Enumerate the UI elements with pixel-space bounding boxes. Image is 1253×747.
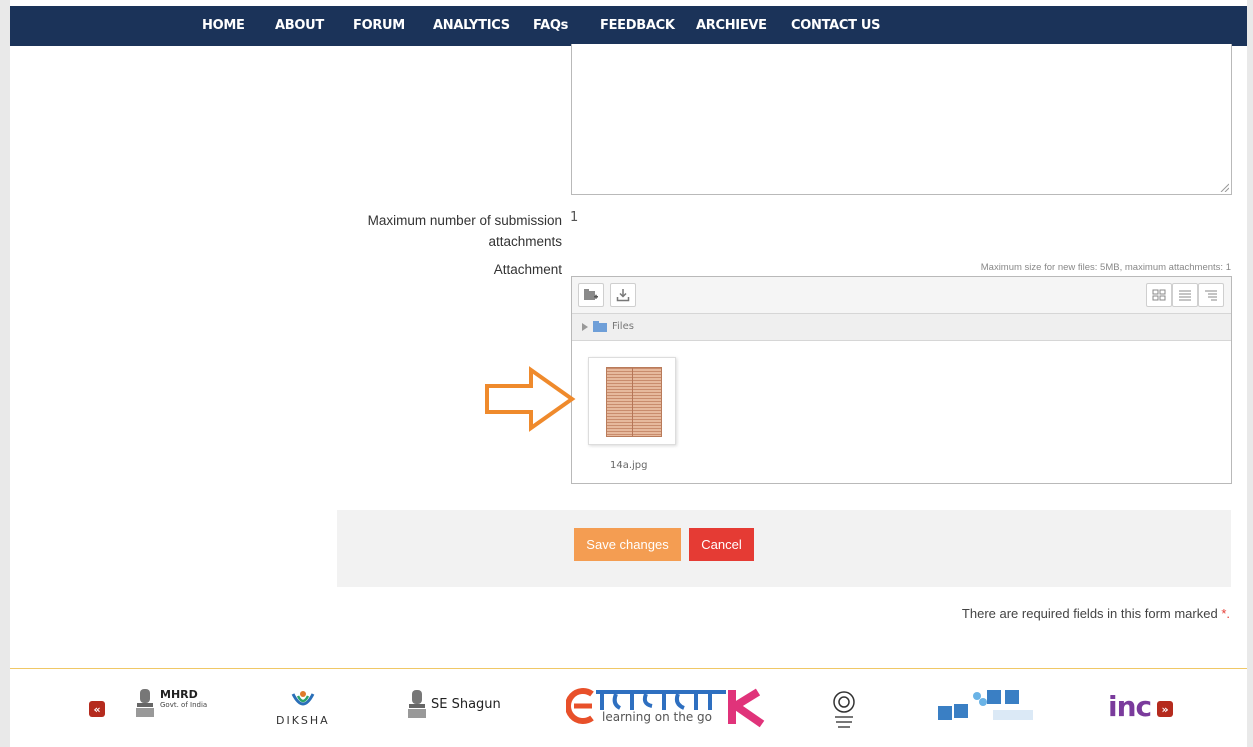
window-frame-right (1247, 0, 1253, 747)
epathshala-logo[interactable]: learning on the go (566, 684, 766, 728)
nav-analytics[interactable]: ANALYTICS (433, 18, 510, 33)
mhrd-logo[interactable]: MHRD Govt. of India (134, 687, 207, 719)
nav-forum[interactable]: FORUM (353, 18, 405, 33)
top-navbar: HOME ABOUT FORUM ANALYTICS FAQs FEEDBACK… (10, 6, 1247, 46)
expand-triangle-icon[interactable] (582, 323, 588, 331)
footer-prev-arrow-icon[interactable]: « (89, 701, 105, 717)
inc-text: inc (1108, 690, 1152, 723)
download-icon (616, 289, 630, 302)
ncert-logo[interactable] (831, 688, 857, 732)
file-manager-toolbar (572, 277, 1231, 314)
emblem-icon (408, 690, 426, 718)
inc-logo[interactable]: inc (1108, 690, 1152, 723)
nroer-icon (938, 690, 1033, 720)
resize-handle-icon[interactable] (1219, 182, 1229, 192)
files-breadcrumb[interactable]: Files (612, 321, 634, 332)
footer-divider (10, 668, 1247, 669)
diksha-icon (291, 691, 315, 706)
file-thumbnail[interactable] (588, 357, 676, 445)
view-tree-button[interactable] (1198, 283, 1224, 307)
nav-home[interactable]: HOME (202, 18, 245, 33)
shagun-logo[interactable]: SE Shagun (405, 688, 501, 720)
nroer-logo[interactable] (937, 688, 1037, 724)
file-name[interactable]: 14a.jpg (610, 460, 648, 471)
cancel-button[interactable]: Cancel (689, 528, 754, 561)
folder-icon (593, 321, 607, 332)
max-attachments-value: 1 (570, 210, 579, 225)
diksha-text: DIKSHA (276, 714, 330, 727)
max-size-note: Maximum size for new files: 5MB, maximum… (980, 262, 1231, 273)
shagun-text: SE Shagun (431, 696, 501, 712)
epathshala-tagline: learning on the go (602, 710, 712, 724)
required-fields-note: There are required fields in this form m… (962, 606, 1230, 621)
diksha-logo[interactable]: DIKSHA (276, 688, 330, 727)
mhrd-text: MHRD (160, 687, 198, 701)
right-arrow-annotation-icon (485, 366, 576, 432)
emblem-icon (136, 689, 154, 717)
required-star: *. (1221, 606, 1230, 621)
footer-next-arrow-icon[interactable]: » (1157, 701, 1173, 717)
tree-view-icon (1205, 290, 1217, 301)
required-note-text: There are required fields in this form m… (961, 606, 1218, 621)
nav-contact-us[interactable]: CONTACT US (791, 18, 881, 33)
form-actions (337, 510, 1231, 587)
attachment-label: Attachment (493, 262, 562, 277)
document-image-preview (606, 367, 662, 437)
nav-faqs[interactable]: FAQs (533, 18, 568, 33)
list-view-icon (1179, 290, 1191, 301)
add-file-button[interactable] (578, 283, 604, 307)
view-icons-button[interactable] (1146, 283, 1172, 307)
submission-textarea[interactable] (571, 44, 1232, 195)
max-attachments-label: Maximum number of submission attachments (367, 213, 562, 249)
download-all-button[interactable] (610, 283, 636, 307)
nav-about[interactable]: ABOUT (275, 18, 324, 33)
view-list-button[interactable] (1172, 283, 1198, 307)
save-changes-button[interactable]: Save changes (574, 528, 681, 561)
window-frame-left (0, 0, 10, 747)
nav-archieve[interactable]: ARCHIEVE (696, 18, 767, 33)
mhrd-subtext: Govt. of India (160, 700, 208, 709)
nav-feedback[interactable]: FEEDBACK (600, 18, 675, 33)
add-file-icon (584, 289, 598, 300)
ncert-emblem-icon (833, 691, 855, 728)
file-path-bar: Files (572, 314, 1231, 341)
grid-view-icon (1152, 289, 1166, 301)
file-manager: Files 14a.jpg (571, 276, 1232, 484)
